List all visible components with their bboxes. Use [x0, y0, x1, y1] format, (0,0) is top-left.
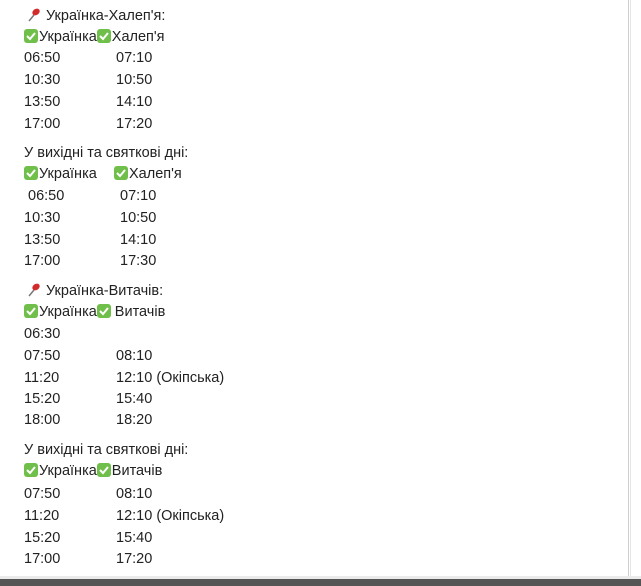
departure-time: 11:20 — [24, 508, 60, 524]
arrival-time: 17:30 — [120, 253, 157, 269]
departure-time: 07:50 — [24, 348, 61, 364]
arrival-time: 10:50 — [120, 210, 157, 226]
bottom-bar — [0, 579, 641, 586]
origin-label: Українка — [39, 304, 97, 320]
check-mark-icon — [24, 463, 38, 477]
check-mark-icon — [96, 29, 111, 43]
destination-label: Витачів — [114, 304, 166, 320]
check-mark-icon — [24, 304, 38, 318]
column-headers: Українка Витачів — [24, 302, 165, 322]
arrival-time: 07:10 — [120, 188, 157, 204]
arrival-time: 18:20 — [116, 412, 153, 428]
schedule-card: Українка-Халеп'я: Українка Халеп'я 06:50 … — [0, 0, 629, 578]
destination-label: Витачів — [111, 463, 163, 479]
departure-time: 17:00 — [24, 253, 61, 269]
arrival-time: 14:10 — [120, 232, 157, 248]
right-edge-divider — [630, 0, 631, 580]
check-mark-icon — [96, 463, 111, 477]
departure-time: 13:50 — [24, 94, 61, 110]
check-mark-icon — [24, 29, 38, 43]
arrival-time: 17:20 — [116, 116, 153, 132]
departure-time: 17:00 — [24, 551, 61, 567]
pushpin-icon — [26, 7, 42, 23]
departure-time: 18:00 — [24, 412, 61, 428]
origin-label: Українка — [39, 29, 97, 45]
route-title-text: Українка-Халеп'я: — [46, 8, 166, 24]
pushpin-icon — [26, 282, 42, 298]
departure-time: 11:20 — [24, 370, 60, 386]
departure-time: 06:50 — [24, 50, 61, 66]
route-title: У вихідні та святкові дні: — [24, 442, 189, 458]
origin-label: Українка — [39, 463, 97, 479]
route-title: Українка-Халеп'я: — [26, 6, 165, 26]
arrival-time: 10:50 — [116, 72, 153, 88]
arrival-time: 14:10 — [116, 94, 153, 110]
departure-time: 10:30 — [24, 72, 61, 88]
check-mark-icon — [114, 166, 128, 180]
route-title: Українка-Витачів: — [26, 281, 163, 301]
destination-label: Халеп'я — [111, 29, 165, 45]
column-headers: Халеп'я — [114, 164, 182, 184]
origin-label: Українка — [39, 166, 97, 182]
column-headers: Українка Халеп'я — [24, 27, 165, 47]
arrival-time: 15:40 — [116, 391, 153, 407]
column-headers: Українка — [24, 164, 97, 184]
departure-time: 07:50 — [24, 486, 61, 502]
check-mark-icon — [96, 304, 111, 318]
check-mark-icon — [24, 166, 38, 180]
arrival-time: 17:20 — [116, 551, 153, 567]
departure-time: 15:20 — [24, 530, 61, 546]
arrival-time: 15:40 — [116, 530, 153, 546]
arrival-time: 12:10 (Окіпська) — [116, 370, 225, 386]
column-headers: Українка Витачів — [24, 461, 162, 481]
arrival-time: 08:10 — [116, 348, 153, 364]
route-title-text: Українка-Витачів: — [46, 283, 164, 299]
route-title: У вихідні та святкові дні: — [24, 145, 189, 161]
departure-time: 10:30 — [24, 210, 61, 226]
departure-time: 17:00 — [24, 116, 61, 132]
arrival-time: 12:10 (Окіпська) — [116, 508, 225, 524]
arrival-time: 07:10 — [116, 50, 153, 66]
departure-time: 06:30 — [24, 326, 61, 342]
destination-label: Халеп'я — [129, 166, 182, 182]
departure-time: 13:50 — [24, 232, 61, 248]
arrival-time: 08:10 — [116, 486, 153, 502]
departure-time: 15:20 — [24, 391, 61, 407]
departure-time: 06:50 — [28, 188, 65, 204]
